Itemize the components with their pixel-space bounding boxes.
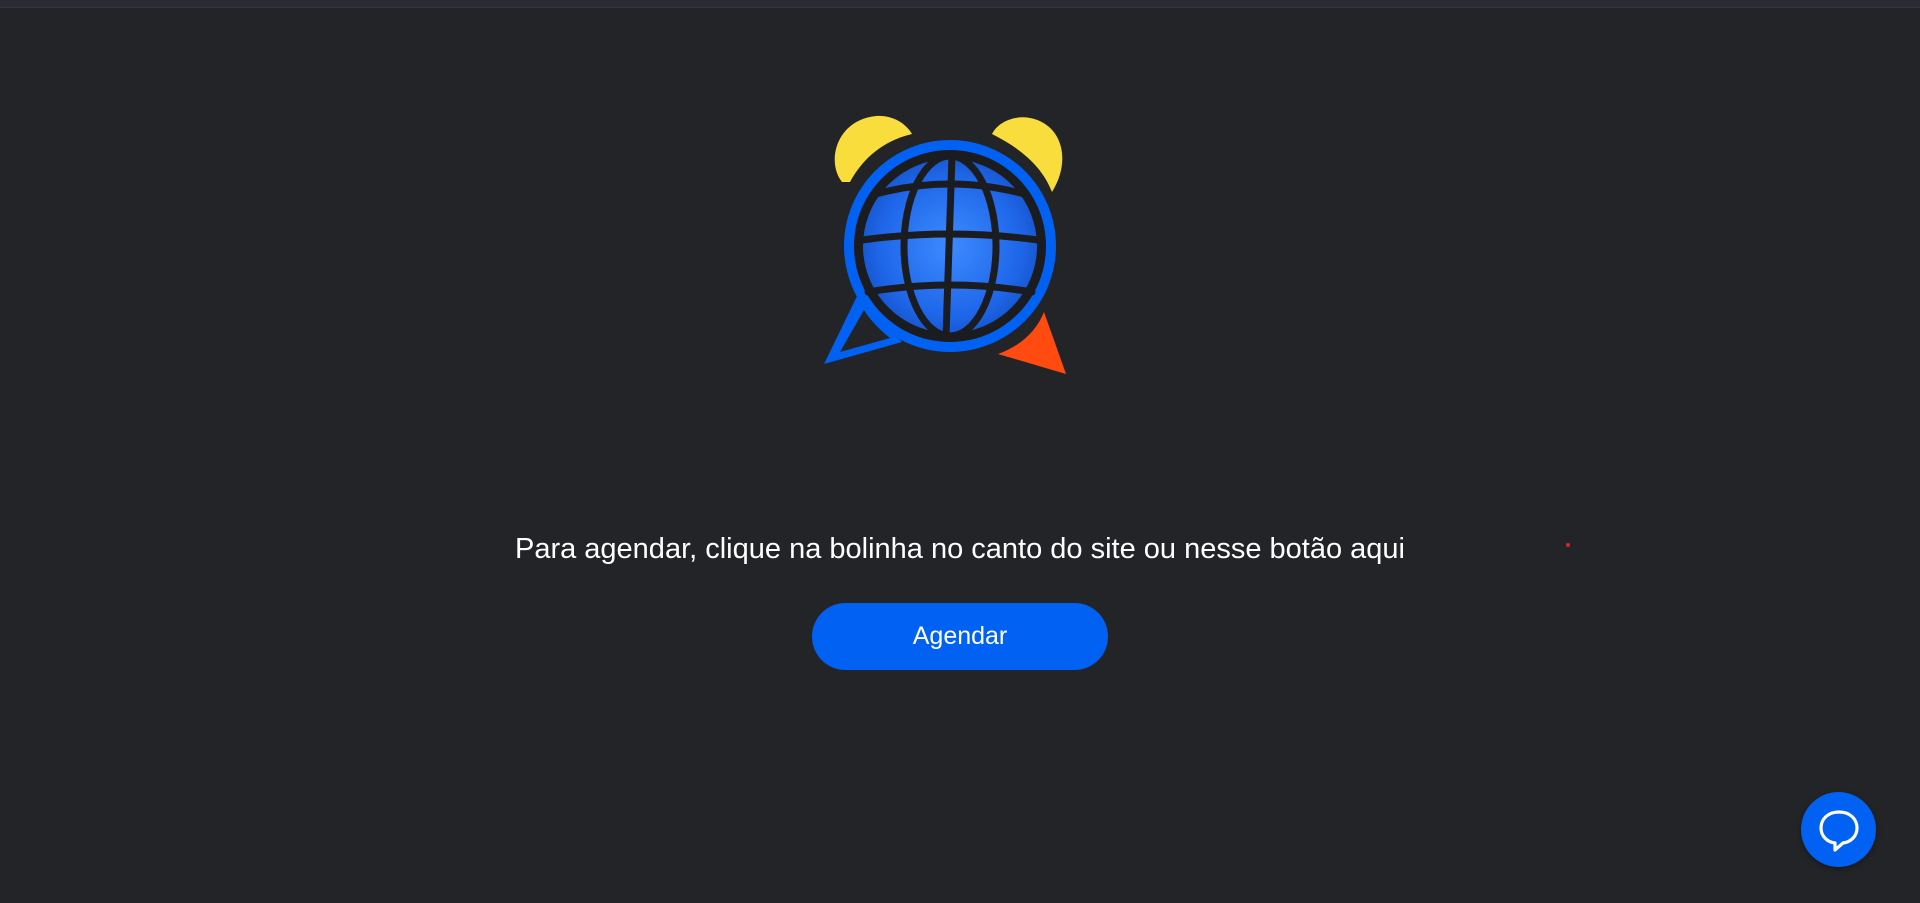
chat-launcher-button[interactable] <box>1801 792 1876 867</box>
top-strip <box>0 0 1920 8</box>
red-dot <box>1566 543 1570 547</box>
instruction-text: Para agendar, clique na bolinha no canto… <box>514 533 1405 565</box>
chat-bubble-icon <box>1818 809 1859 852</box>
schedule-button[interactable]: Agendar <box>812 603 1108 670</box>
alarm-clock-globe-logo <box>820 110 1070 380</box>
